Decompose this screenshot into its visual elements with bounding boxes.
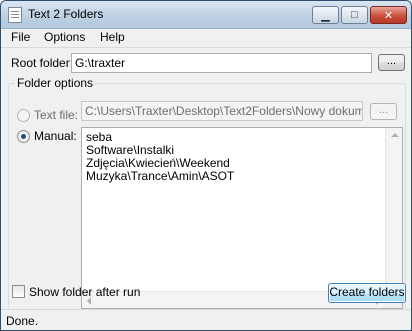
- window-title: Text 2 Folders: [28, 7, 104, 21]
- show-folder-checkbox[interactable]: [12, 285, 25, 298]
- manual-line: Muzyka\Trance\Amin\ASOT: [86, 169, 235, 183]
- close-button[interactable]: ✕: [370, 6, 407, 24]
- show-folder-label: Show folder after run: [29, 285, 141, 299]
- app-window: Text 2 Folders ▁ □ ✕ File Options Help R…: [0, 0, 412, 331]
- manual-radio[interactable]: [17, 130, 30, 143]
- text-2-folders-icon: [8, 7, 22, 23]
- main-panel: Root folder: G:\traxter ... Folder optio…: [1, 47, 411, 324]
- root-folder-label: Root folder:: [11, 56, 74, 70]
- minimize-icon: ▁: [321, 9, 330, 22]
- menu-file[interactable]: File: [11, 30, 30, 44]
- maximize-icon: □: [351, 9, 358, 21]
- minimize-button[interactable]: ▁: [312, 6, 339, 24]
- root-browse-button[interactable]: ...: [378, 54, 405, 71]
- menu-options[interactable]: Options: [44, 30, 85, 44]
- create-folders-button[interactable]: Create folders: [328, 283, 406, 303]
- status-text: Done.: [6, 314, 39, 328]
- maximize-button[interactable]: □: [341, 6, 368, 24]
- text-file-label: Text file:: [34, 108, 79, 122]
- root-folder-input[interactable]: G:\traxter: [71, 53, 372, 73]
- close-icon: ✕: [383, 9, 394, 22]
- title-bar[interactable]: Text 2 Folders ▁ □ ✕: [1, 1, 411, 29]
- text-file-path-input[interactable]: C:\Users\Traxter\Desktop\Text2Folders\No…: [81, 101, 363, 121]
- menu-bar: File Options Help: [1, 29, 411, 47]
- manual-lines: seba Software\Instalki Zdjęcia\Kwiecień\…: [86, 131, 234, 183]
- status-bar: Done.: [1, 309, 411, 330]
- scroll-up-icon[interactable]: [391, 133, 399, 137]
- folder-options-title: Folder options: [15, 76, 96, 90]
- manual-textarea[interactable]: seba Software\Instalki Zdjęcia\Kwiecień\…: [81, 127, 403, 309]
- manual-label: Manual:: [34, 129, 77, 143]
- text-file-browse-button[interactable]: ...: [370, 103, 397, 120]
- vertical-scrollbar[interactable]: [385, 128, 402, 294]
- text-file-radio[interactable]: [17, 109, 30, 122]
- menu-help[interactable]: Help: [100, 30, 125, 44]
